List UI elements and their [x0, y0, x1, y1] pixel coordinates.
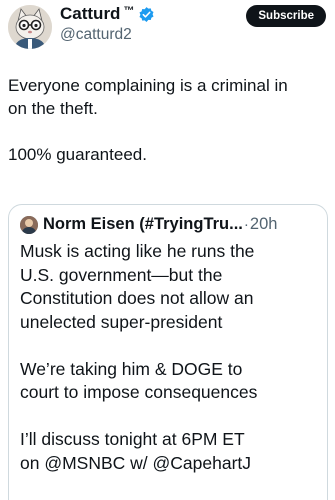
quoted-author-name[interactable]: Norm Eisen (#TryingTru...: [43, 215, 243, 234]
quoted-tweet-header: Norm Eisen (#TryingTru... · 20h: [20, 215, 277, 234]
author-name-row: Catturd ™: [60, 4, 155, 24]
tweet-line: 100% guaranteed.: [8, 145, 147, 164]
quoted-line: We’re taking him & DOGE to: [20, 358, 243, 379]
quoted-line: Musk is acting like he runs the: [20, 241, 255, 261]
quoted-line: U.S. government—but the: [20, 264, 223, 285]
quoted-line: court to impose consequences: [20, 382, 258, 402]
quoted-line: unelected super-president: [20, 311, 223, 332]
trademark-mark: ™: [123, 5, 135, 17]
author-display-name[interactable]: Catturd: [60, 4, 120, 24]
tweet-line: Everyone complaining is a criminal in: [8, 76, 288, 95]
quoted-tweet-text: Musk is acting like he runs the U.S. gov…: [20, 240, 325, 475]
quoted-line: Constitution does not allow an: [20, 288, 254, 308]
quoted-tweet-card[interactable]: Norm Eisen (#TryingTru... · 20h Musk is …: [8, 204, 328, 500]
quoted-timestamp[interactable]: 20h: [250, 215, 278, 234]
person-avatar-icon: [20, 215, 38, 234]
verified-badge-icon: [138, 6, 155, 23]
cat-avatar-icon[interactable]: [8, 5, 52, 49]
tweet-header: Catturd ™ @catturd2 Subscribe: [8, 2, 328, 52]
author-handle[interactable]: @catturd2: [60, 26, 132, 44]
quoted-line: on @MSNBC w/ @CapehartJ: [20, 452, 252, 473]
subscribe-button[interactable]: Subscribe: [246, 5, 326, 27]
tweet-view: Catturd ™ @catturd2 Subscribe Everyone c…: [0, 0, 335, 500]
separator-dot: ·: [243, 216, 249, 233]
tweet-line: on the theft.: [8, 99, 98, 118]
tweet-text: Everyone complaining is a criminal in on…: [8, 74, 330, 166]
quoted-line: I’ll discuss tonight at 6PM ET: [20, 429, 245, 449]
